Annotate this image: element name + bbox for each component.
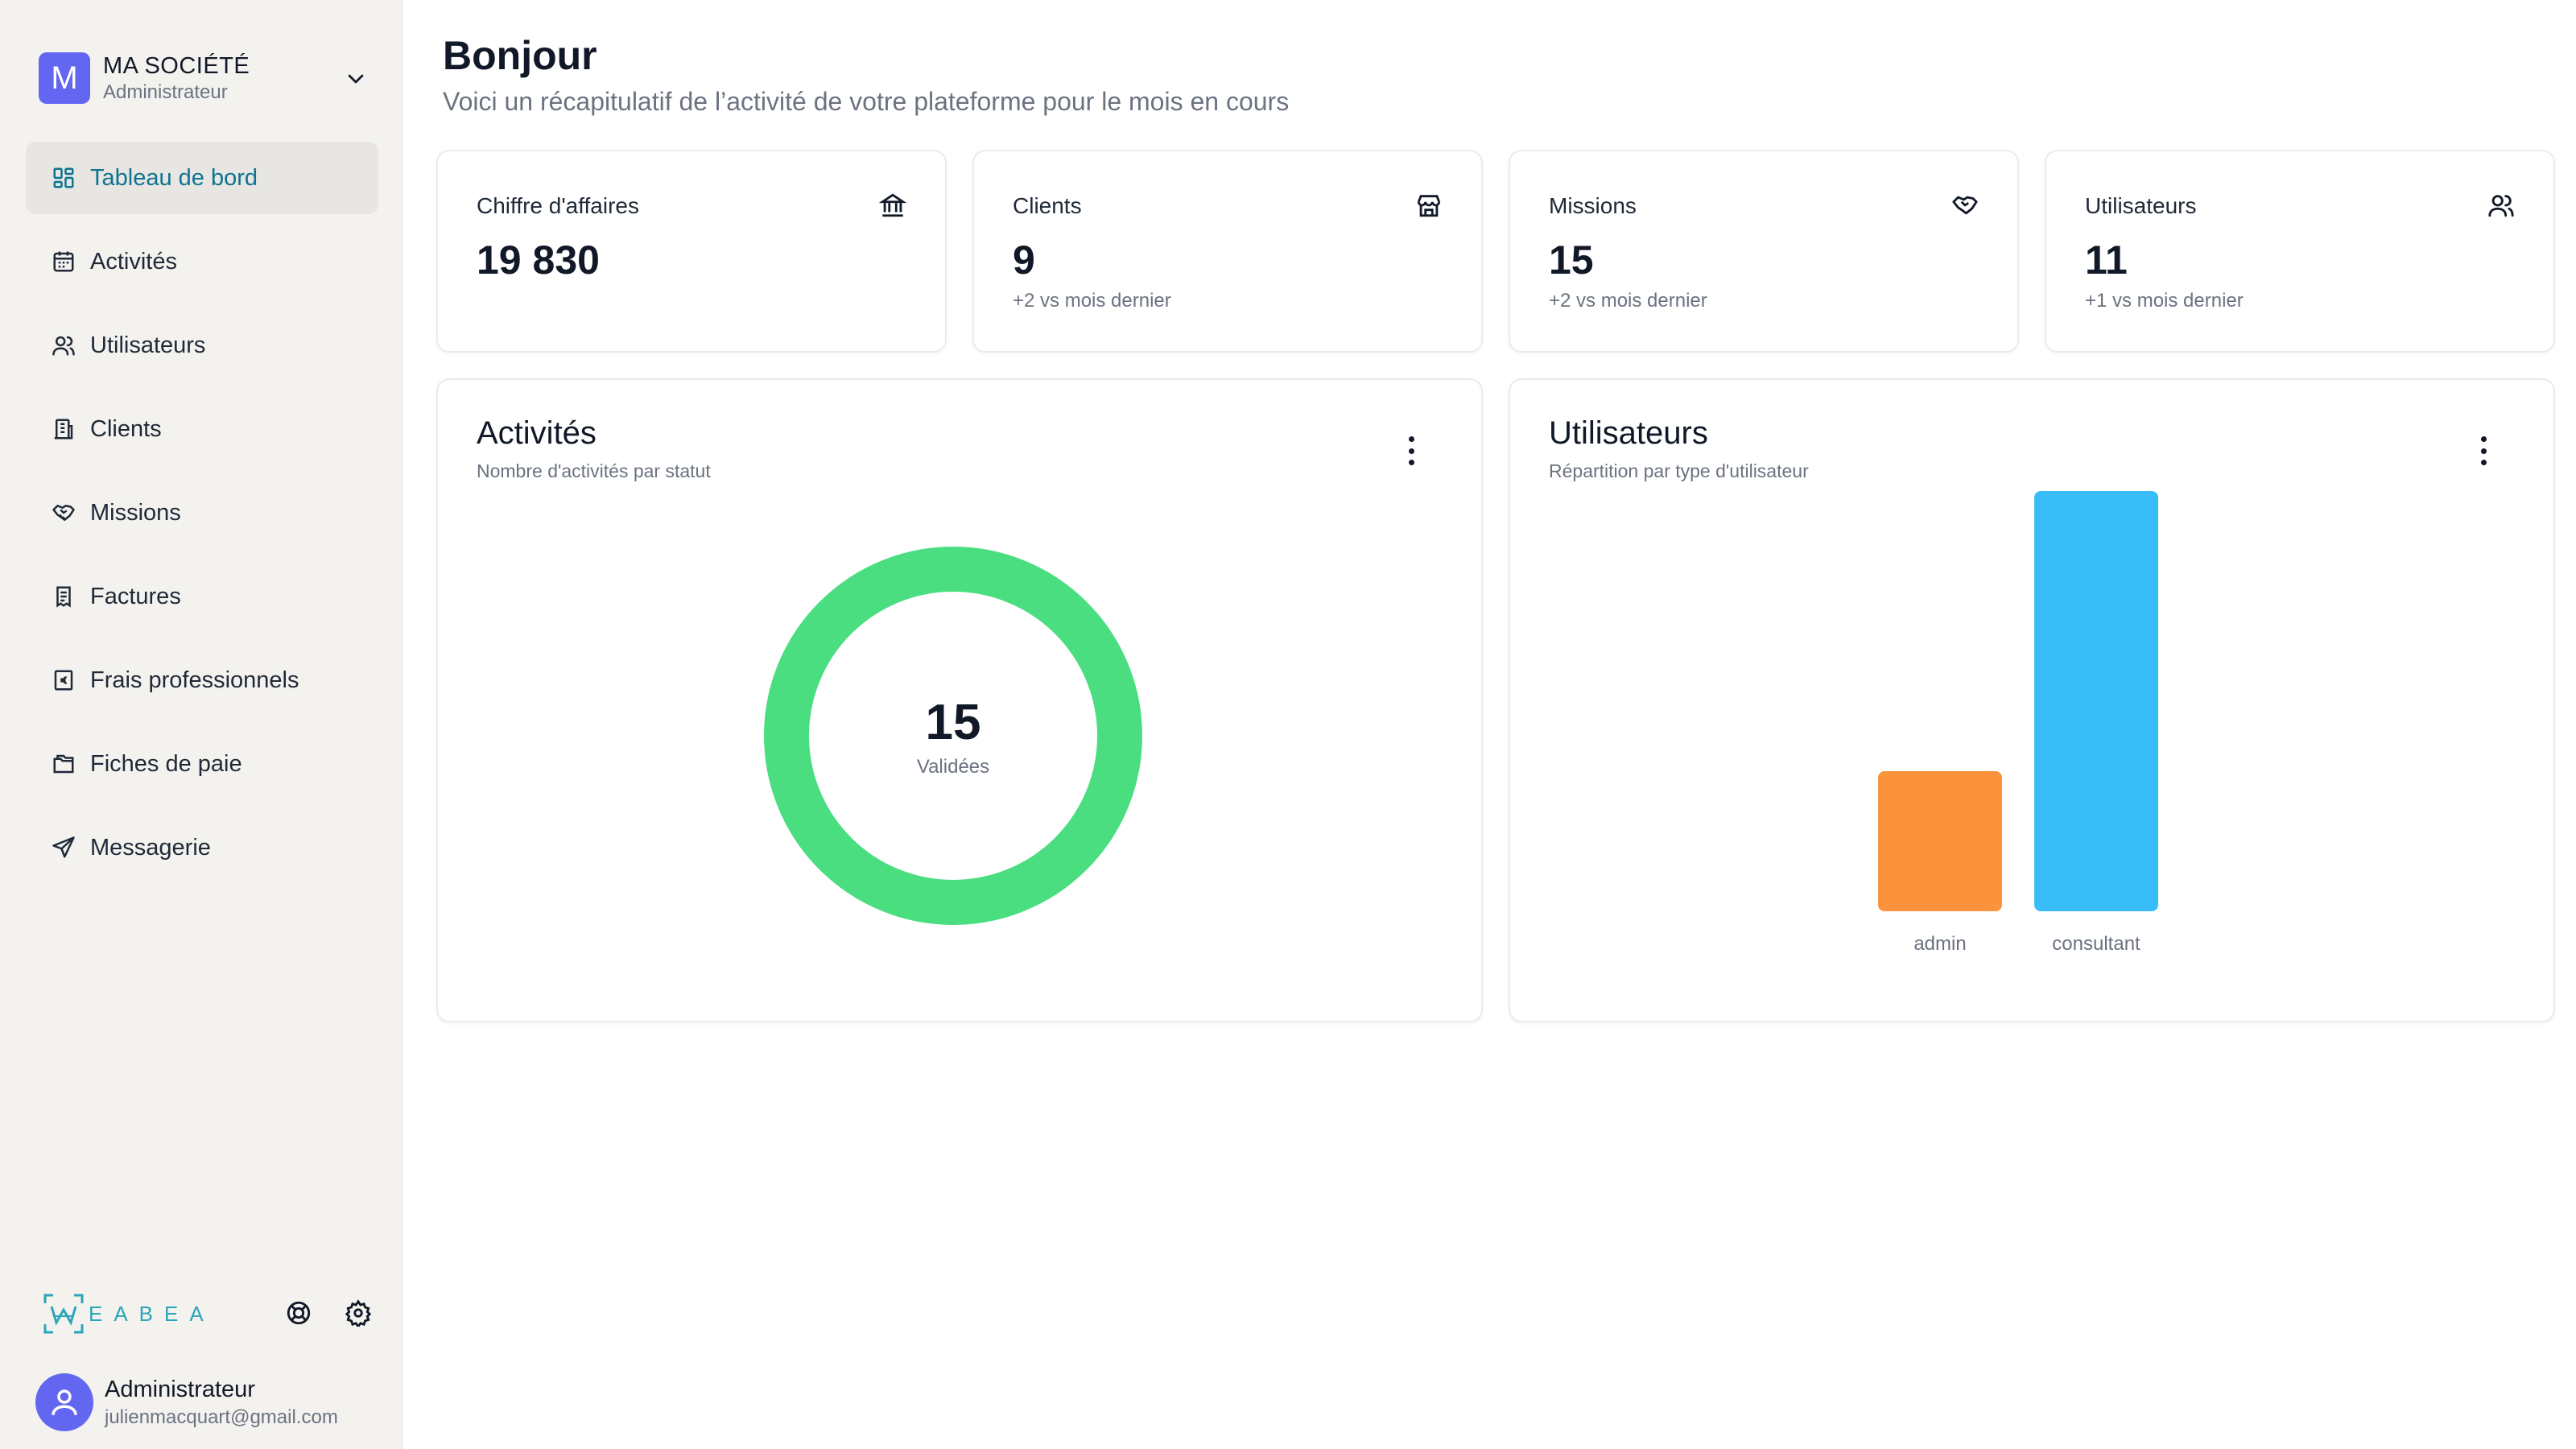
brand-name: EABEA xyxy=(89,1301,215,1326)
bank-icon xyxy=(879,193,906,217)
stat-label: Clients xyxy=(1013,193,1082,218)
sidebar-item-label: Missions xyxy=(90,499,181,526)
files-icon xyxy=(53,754,74,774)
chevron-down-icon[interactable] xyxy=(343,66,369,92)
sidebar-item-expenses[interactable]: Frais professionnels xyxy=(26,644,378,716)
organization-switcher[interactable]: M MA SOCIÉTÉ Administrateur xyxy=(39,50,377,106)
stat-value: 15 xyxy=(1549,237,1594,283)
sidebar-item-label: Activités xyxy=(90,248,177,275)
dashboard-icon xyxy=(53,167,74,188)
sidebar: M MA SOCIÉTÉ Administrateur Tableau de b… xyxy=(0,0,402,1449)
avatar xyxy=(35,1373,93,1431)
sidebar-item-activities[interactable]: Activités xyxy=(26,225,378,298)
sidebar-item-missions[interactable]: Missions xyxy=(26,477,378,549)
stat-label: Utilisateurs xyxy=(2085,193,2197,218)
building-icon xyxy=(54,419,73,440)
stat-label: Chiffre d'affaires xyxy=(477,193,639,218)
sidebar-footer: EABEA xyxy=(42,1290,372,1338)
page-subtitle: Voici un récapitulatif de l’activité de … xyxy=(443,87,1290,116)
receipt-icon xyxy=(56,586,71,608)
donut-center-value: 15 xyxy=(925,694,981,750)
users-panel: Utilisateurs Répartition par type d'util… xyxy=(1509,378,2555,1022)
brand-mark-icon xyxy=(43,1294,84,1334)
stat-delta: +2 vs mois dernier xyxy=(1013,290,1171,312)
calendar-icon xyxy=(53,251,74,272)
sidebar-item-label: Utilisateurs xyxy=(90,332,206,358)
sidebar-item-label: Clients xyxy=(90,415,162,442)
stat-value: 19 830 xyxy=(477,237,600,283)
organization-avatar: M xyxy=(39,52,90,104)
donut-center: 15 Validées xyxy=(763,546,1143,926)
euro-receipt-icon xyxy=(54,670,73,691)
page-title: Bonjour xyxy=(443,33,597,78)
sidebar-item-label: Factures xyxy=(90,583,181,609)
bar-admin xyxy=(1878,771,2002,911)
stat-label: Missions xyxy=(1549,193,1637,218)
organization-role: Administrateur xyxy=(103,80,228,103)
bar-consultant xyxy=(2034,491,2158,911)
stat-value: 9 xyxy=(1013,237,1035,283)
handshake-icon xyxy=(52,505,75,521)
donut-center-label: Validées xyxy=(916,755,990,778)
activities-panel: Activités Nombre d'activités par statut … xyxy=(436,378,1483,1022)
users-icon xyxy=(2488,195,2514,217)
stat-card-missions: Missions 15 +2 vs mois dernier xyxy=(1509,150,2019,353)
sidebar-nav: Tableau de bord Activités Utilisateurs C… xyxy=(26,142,378,895)
bar-label-admin: admin xyxy=(1913,933,1966,955)
send-icon xyxy=(52,836,75,858)
profile-text: Administrateur julienmacquart@gmail.com xyxy=(105,1377,338,1429)
stat-card-users: Utilisateurs 11 +1 vs mois dernier xyxy=(2045,150,2555,353)
users-icon xyxy=(52,336,75,356)
sidebar-item-users[interactable]: Utilisateurs xyxy=(26,309,378,382)
brand-logo: EABEA xyxy=(42,1292,215,1335)
stat-card-clients: Clients 9 +2 vs mois dernier xyxy=(972,150,1483,353)
organization-text: MA SOCIÉTÉ Administrateur xyxy=(103,53,250,104)
profile-name: Administrateur xyxy=(105,1376,255,1402)
bar-label-consultant: consultant xyxy=(2052,933,2140,955)
sidebar-item-label: Fiches de paie xyxy=(90,750,242,777)
panel-subtitle: Nombre d'activités par statut xyxy=(477,460,711,481)
handshake-icon xyxy=(1952,196,1978,215)
main-content: Bonjour Voici un récapitulatif de l’acti… xyxy=(402,0,2576,1449)
users-bar-chart: admin consultant xyxy=(1878,491,2158,955)
sidebar-item-dashboard[interactable]: Tableau de bord xyxy=(26,142,378,214)
store-icon xyxy=(1417,195,1441,217)
profile-email: julienmacquart@gmail.com xyxy=(105,1406,338,1428)
panel-title: Activités xyxy=(477,415,597,451)
sidebar-item-label: Messagerie xyxy=(90,834,211,861)
settings-gear-icon[interactable] xyxy=(345,1299,372,1327)
help-lifebuoy-icon[interactable] xyxy=(285,1299,312,1327)
sidebar-actions xyxy=(285,1299,372,1327)
sidebar-item-clients[interactable]: Clients xyxy=(26,393,378,465)
sidebar-item-label: Frais professionnels xyxy=(90,667,299,693)
stat-delta: +2 vs mois dernier xyxy=(1549,290,1707,312)
organization-name: MA SOCIÉTÉ xyxy=(103,52,250,79)
user-icon xyxy=(52,1389,77,1415)
sidebar-item-label: Tableau de bord xyxy=(90,164,258,191)
user-profile[interactable]: Administrateur julienmacquart@gmail.com xyxy=(35,1373,338,1431)
stat-card-revenue: Chiffre d'affaires 19 830 xyxy=(436,150,947,353)
more-options-icon[interactable] xyxy=(1399,435,1423,467)
stat-value: 11 xyxy=(2085,237,2128,283)
stat-delta: +1 vs mois dernier xyxy=(2085,290,2244,312)
sidebar-item-messages[interactable]: Messagerie xyxy=(26,811,378,884)
sidebar-item-invoices[interactable]: Factures xyxy=(26,560,378,633)
sidebar-item-payslips[interactable]: Fiches de paie xyxy=(26,728,378,800)
